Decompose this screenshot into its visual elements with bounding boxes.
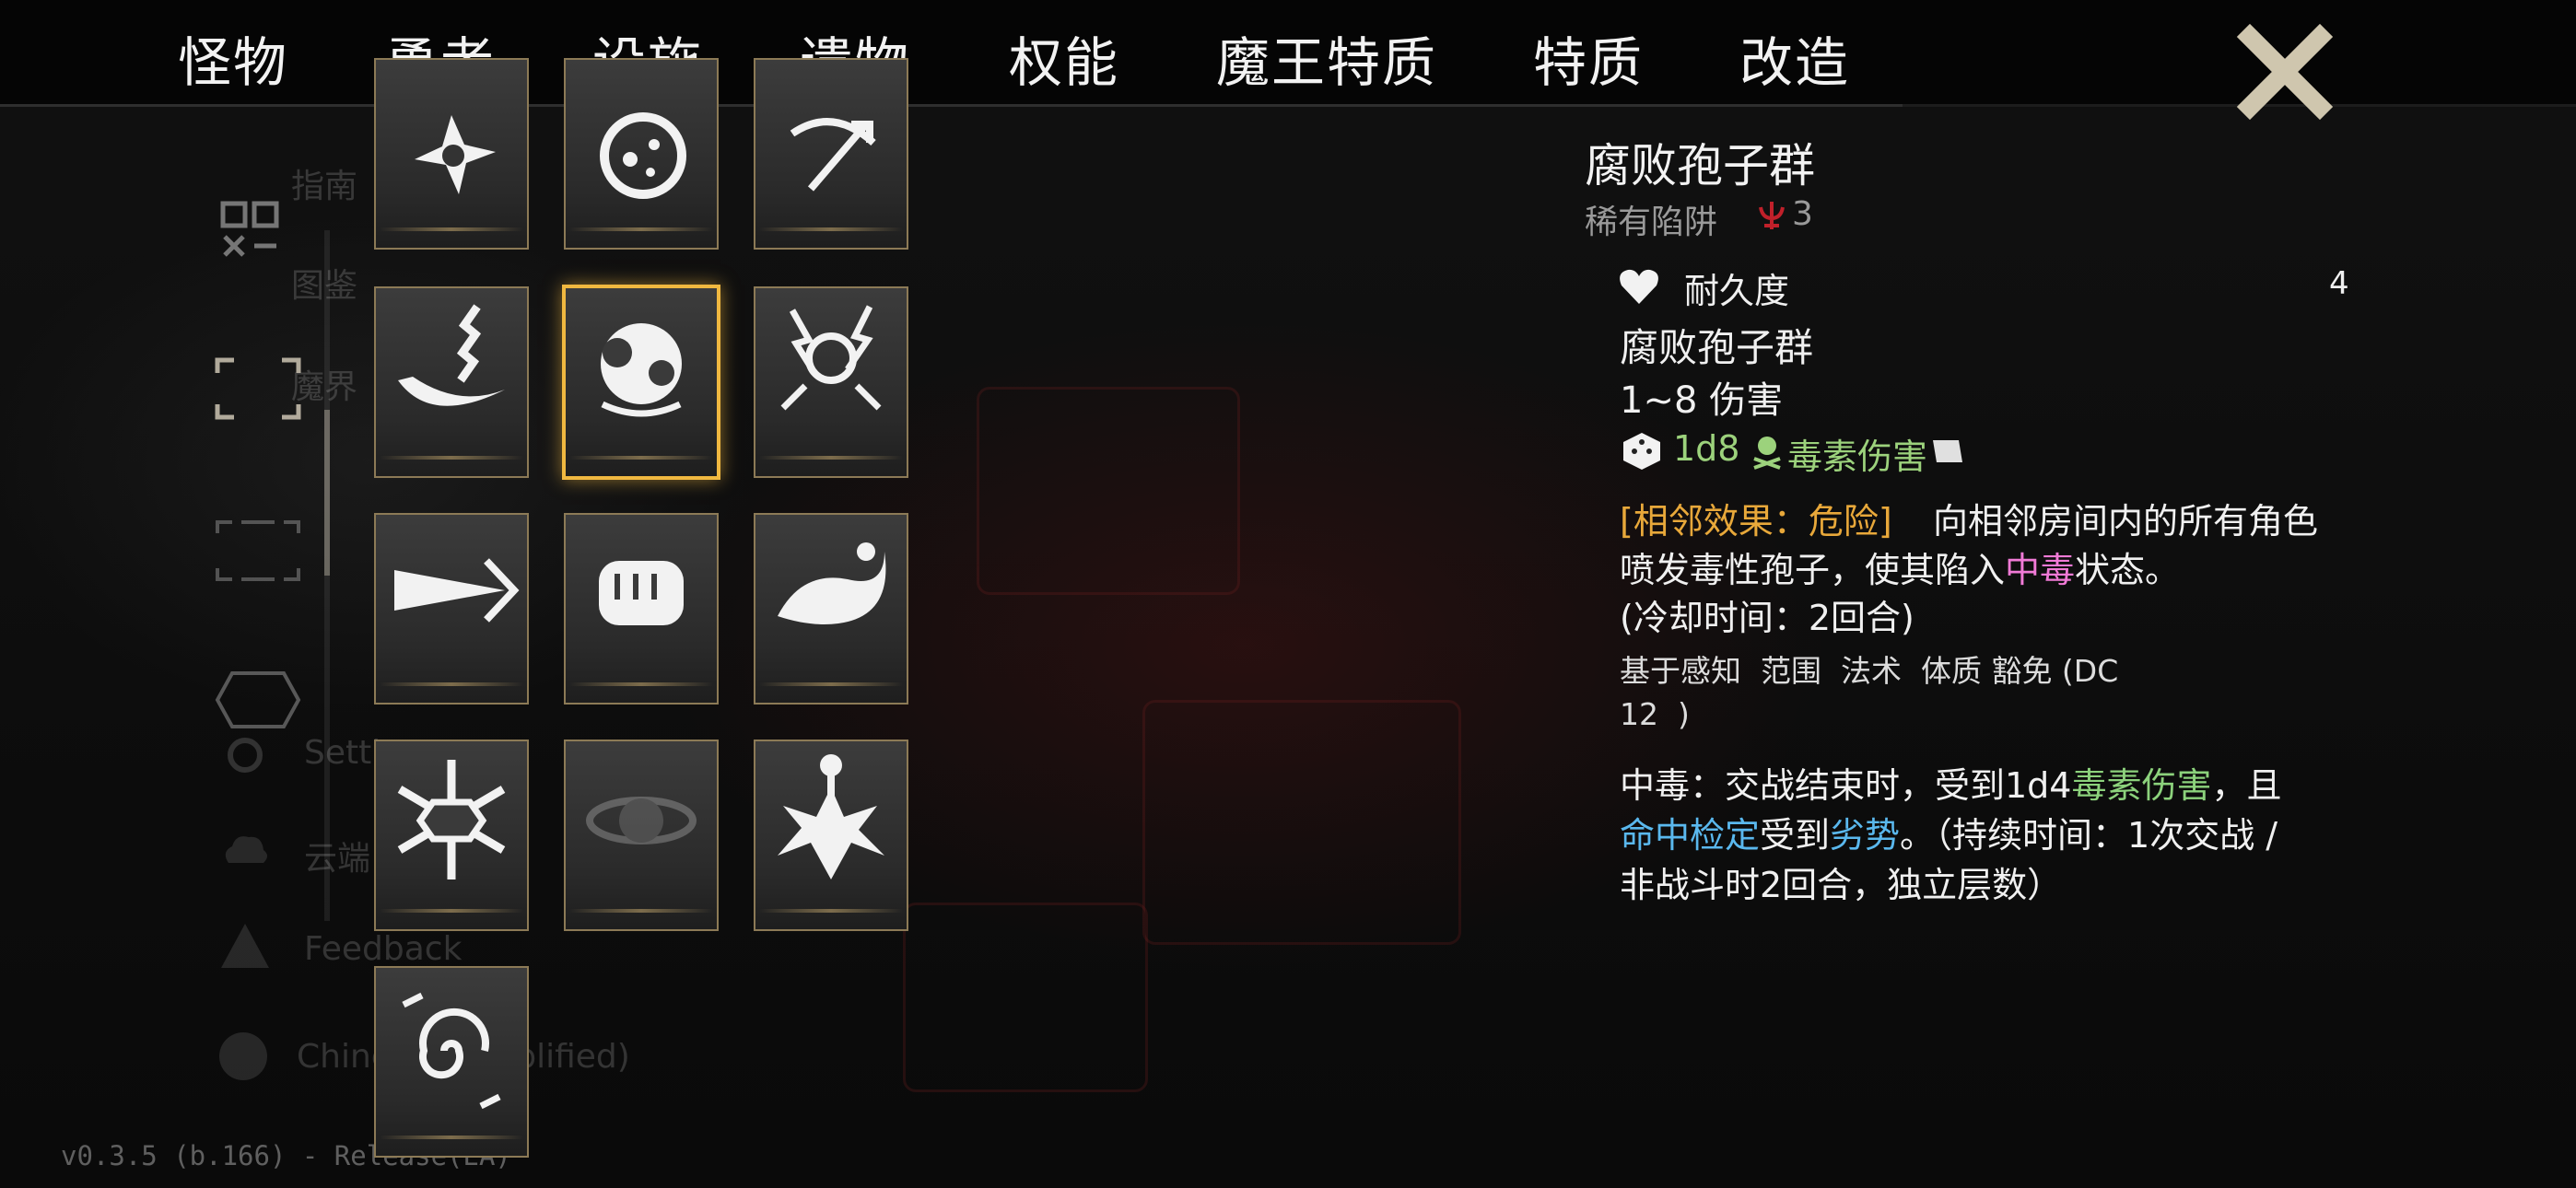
scroll-icon [1933,440,1962,462]
hit-check-keyword[interactable]: 命中检定 [1620,815,1760,856]
rarity-value: 3 [1792,195,1813,233]
moon-orb-icon [600,112,686,199]
facility-slot[interactable] [754,740,908,931]
globe-icon [219,1032,267,1080]
tags-line2: 12 ) [1620,696,1690,732]
crossbow-icon [790,118,876,192]
faded-side-menu: 指南 图鉴 魔界 Settings 云端 Feedback Chinese (S… [0,106,630,1188]
poison-damage-keyword[interactable]: 毒素伤害 [2071,765,2211,806]
cooldown-text: (冷却时间：2回合) [1620,598,1914,638]
dice-icon [1623,433,1660,470]
scrollbar-track[interactable] [324,230,330,921]
facility-grid [374,58,918,1188]
damage-type: 毒素伤害 [1787,437,1928,477]
tags-line1: 基于感知 范围 法术 体质 豁免 (DC [1620,646,2118,691]
tag-perception: 基于感知 [1620,653,1741,689]
tag-spell: 法术 [1840,653,1902,689]
rarity-label: 稀有陷阱 [1585,204,1718,241]
damage-range: 1~8 伤害 [1620,379,1784,422]
tab-powers[interactable]: 权能 [1009,24,1119,101]
empty-frame-icon [216,520,300,581]
facility-slot[interactable] [754,286,908,478]
poison-desc-text: 。（持续时间：1次交战 / [1900,815,2278,856]
poison-skull-icon [1753,437,1781,470]
effect-text-line2: 喷发毒性孢子，使其陷入中毒状态。 [1620,542,2180,592]
shuriken-trap-icon [415,115,496,194]
facility-title: 腐败孢子群 [1585,139,1815,192]
menu-item-guide: 指南 [291,168,358,205]
damage-dice: 1d8 [1673,428,1740,469]
effect-text-part: 喷发毒性孢子，使其陷入 [1620,550,2006,590]
facility-slot[interactable] [374,513,529,705]
facility-slot[interactable] [564,58,719,250]
scrollbar-thumb[interactable] [324,410,330,576]
bg-decoration [1142,700,1461,945]
shockwave-icon [394,558,520,623]
fist-icon [599,561,684,625]
effect-text-part: 状态。 [2075,550,2181,590]
snowflake-icon [397,760,506,879]
close-icon[interactable] [2230,17,2340,127]
tag-save: 体质 豁免 (DC [1920,653,2119,689]
bg-decoration [903,903,1148,1092]
menu-item-cloud: 云端 [304,840,371,878]
facility-slot[interactable] [374,966,529,1158]
chain-blade-icon [398,304,505,406]
settings-gear-icon [228,738,263,773]
frame-icon [215,357,301,420]
durability-label: 耐久度 [1684,271,1790,311]
lightning-bolt-icon [780,305,882,411]
facility-slot[interactable] [754,58,908,250]
disadvantage-keyword[interactable]: 劣势 [1830,815,1900,856]
facility-slot-locked[interactable] [564,740,719,931]
dark-vortex-icon [586,797,697,844]
poison-desc-line2: 命中检定受到劣势。（持续时间：1次交战 / [1620,807,2277,857]
tab-monsters[interactable]: 怪物 [178,24,288,101]
tab-demon-king-traits[interactable]: 魔王特质 [1216,24,1437,101]
poison-desc-text: 受到 [1760,815,1831,856]
poison-desc-line1: 中毒：交战结束时，受到1d4毒素伤害，且 [1620,757,2282,808]
durability-value: 4 [2329,265,2349,302]
warning-icon [221,924,269,968]
facility-slot-selected[interactable] [562,285,720,480]
facility-slot[interactable] [374,740,529,931]
tab-modifications[interactable]: 改造 [1739,24,1850,101]
cloud-upload-icon [225,836,267,863]
poison-desc-text: ，且 [2211,765,2282,806]
spiral-portal-icon [402,992,501,1110]
adjacent-effect-tag: [相邻效果：危险] [1620,501,1892,542]
explosion-icon [778,754,884,879]
heart-icon [1620,269,1658,304]
grid-icon [220,201,279,257]
save-dc-value: 12 [1620,696,1658,732]
rarity-trident-icon [1759,202,1785,229]
poison-desc-text: 中毒：交战结束时，受到1d4 [1620,765,2072,806]
facility-slot[interactable] [564,513,719,705]
facility-slot[interactable] [374,58,529,250]
tab-traits[interactable]: 特质 [1533,24,1644,101]
effect-text-line1: 向相邻房间内的所有角色 [1933,501,2319,542]
tag-area: 范围 [1760,653,1821,689]
facility-slot[interactable] [374,286,529,478]
bg-decoration [977,387,1240,595]
poisoned-keyword[interactable]: 中毒 [2005,550,2075,590]
spore-cloud-icon [601,323,682,417]
hexagon-icon [215,671,301,728]
attack-name: 腐败孢子群 [1620,325,1814,370]
tag-close: ) [1677,696,1690,732]
facility-slot[interactable] [754,513,908,705]
water-wave-icon [778,542,886,624]
poison-desc-line3: 非战斗时2回合，独立层数） [1620,865,2063,905]
